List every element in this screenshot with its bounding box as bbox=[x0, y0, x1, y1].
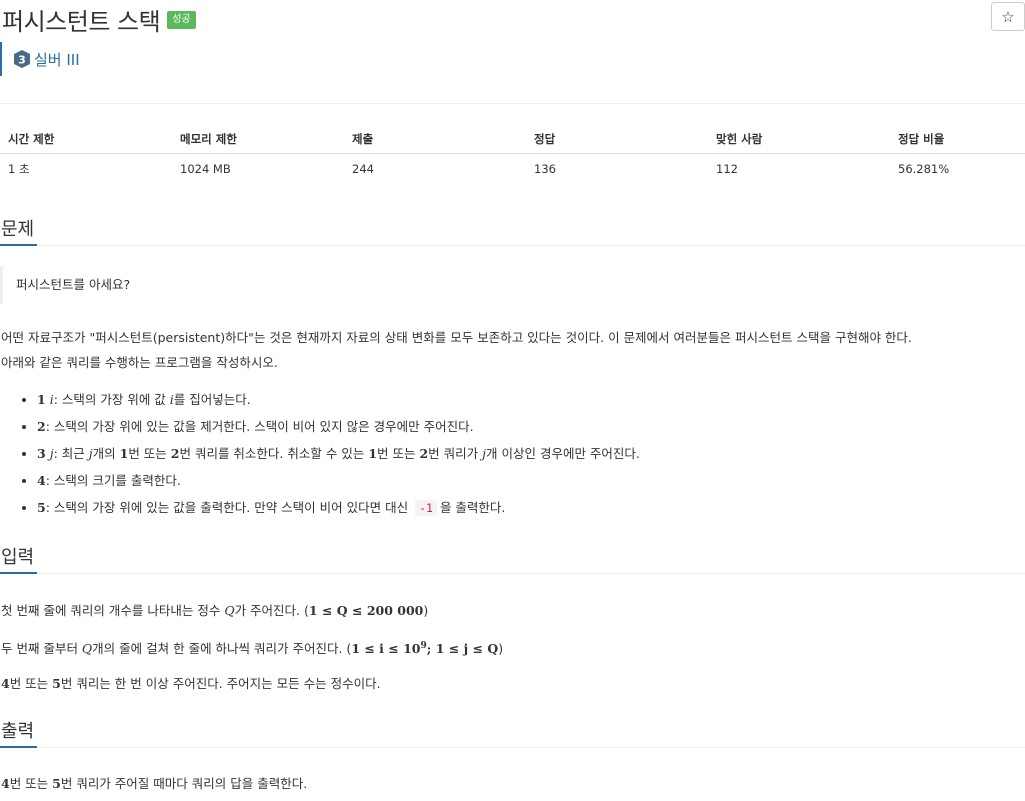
star-button[interactable]: ☆ bbox=[991, 2, 1025, 31]
info-value-row: 1 초 1024 MB 244 136 112 56.281% bbox=[0, 154, 1025, 185]
statement-line-1: 어떤 자료구조가 "퍼시스턴트(persistent)하다"는 것은 현재까지 … bbox=[1, 330, 912, 345]
query-item-4: 4: 스택의 크기를 출력한다. bbox=[37, 467, 640, 494]
heading-underline bbox=[0, 572, 37, 574]
input-line-1: 첫 번째 줄에 쿼리의 개수를 나타내는 정수 Q가 주어진다. (1 ≤ Q … bbox=[1, 603, 429, 618]
tier-block[interactable]: 3 실버 III bbox=[0, 42, 80, 76]
tier-silver-icon: 3 bbox=[14, 50, 30, 68]
problem-statement: 어떤 자료구조가 "퍼시스턴트(persistent)하다"는 것은 현재까지 … bbox=[1, 325, 912, 375]
success-badge: 성공 bbox=[167, 10, 196, 29]
problem-section-heading: 문제 bbox=[0, 213, 1025, 246]
statement-line-2: 아래와 같은 쿼리를 수행하는 프로그램을 작성하시오. bbox=[1, 355, 278, 370]
code-minus-one: -1 bbox=[415, 500, 437, 516]
header-accepted: 정답 bbox=[526, 124, 708, 154]
header-time-limit: 시간 제한 bbox=[0, 124, 172, 154]
input-heading: 입력 bbox=[1, 547, 35, 568]
divider bbox=[0, 103, 1025, 104]
value-time-limit: 1 초 bbox=[8, 162, 30, 176]
query-item-3: 3 j: 최근 j개의 1번 또는 2번 쿼리를 취소한다. 취소할 수 있는 … bbox=[37, 440, 640, 467]
info-header-row: 시간 제한 메모리 제한 제출 정답 맞힌 사람 정답 비율 bbox=[0, 124, 1025, 154]
problem-heading: 문제 bbox=[1, 219, 35, 240]
value-memory-limit: 1024 MB bbox=[180, 162, 231, 176]
heading-underline bbox=[0, 746, 37, 748]
problem-info-table: 시간 제한 메모리 제한 제출 정답 맞힌 사람 정답 비율 1 초 1024 … bbox=[0, 124, 1025, 184]
header-memory-limit: 메모리 제한 bbox=[172, 124, 344, 154]
query-item-2: 2: 스택의 가장 위에 있는 값을 제거한다. 스택이 비어 있지 않은 경우… bbox=[37, 413, 640, 440]
problem-quote: 퍼시스턴트를 아세요? bbox=[0, 266, 130, 304]
input-section-heading: 입력 bbox=[0, 541, 1025, 574]
header-solved-users: 맞힌 사람 bbox=[708, 124, 890, 154]
heading-underline bbox=[0, 244, 37, 246]
output-description: 4번 또는 5번 쿼리가 주어질 때마다 쿼리의 답을 출력한다. bbox=[1, 776, 308, 791]
title-row: 퍼시스턴트 스택 성공 bbox=[2, 2, 196, 37]
header-submissions: 제출 bbox=[344, 124, 526, 154]
tier-number: 3 bbox=[18, 54, 26, 67]
output-heading: 출력 bbox=[1, 721, 35, 742]
value-submissions: 244 bbox=[352, 162, 374, 176]
problem-title: 퍼시스턴트 스택 bbox=[2, 8, 161, 36]
input-line-2: 두 번째 줄부터 Q개의 줄에 걸쳐 한 줄에 하나씩 쿼리가 주어진다. (1… bbox=[1, 641, 504, 657]
query-list: 1 i: 스택의 가장 위에 값 i를 집어넣는다. 2: 스택의 가장 위에 … bbox=[0, 386, 640, 522]
value-accept-ratio: 56.281% bbox=[898, 162, 950, 176]
input-line-3: 4번 또는 5번 쿼리는 한 번 이상 주어진다. 주어지는 모든 수는 정수이… bbox=[1, 676, 381, 691]
value-solved-users: 112 bbox=[716, 162, 738, 176]
header-accept-ratio: 정답 비율 bbox=[890, 124, 1025, 154]
problem-page: 퍼시스턴트 스택 성공 ☆ 3 실버 III 시간 제한 메모리 제한 제출 정… bbox=[0, 0, 1025, 801]
query-item-1: 1 i: 스택의 가장 위에 값 i를 집어넣는다. bbox=[37, 386, 640, 413]
tier-label[interactable]: 실버 III bbox=[34, 49, 80, 70]
query-item-5: 5: 스택의 가장 위에 있는 값을 출력한다. 만약 스택이 비어 있다면 대… bbox=[37, 494, 640, 522]
output-section-heading: 출력 bbox=[0, 715, 1025, 748]
value-accepted: 136 bbox=[534, 162, 556, 176]
